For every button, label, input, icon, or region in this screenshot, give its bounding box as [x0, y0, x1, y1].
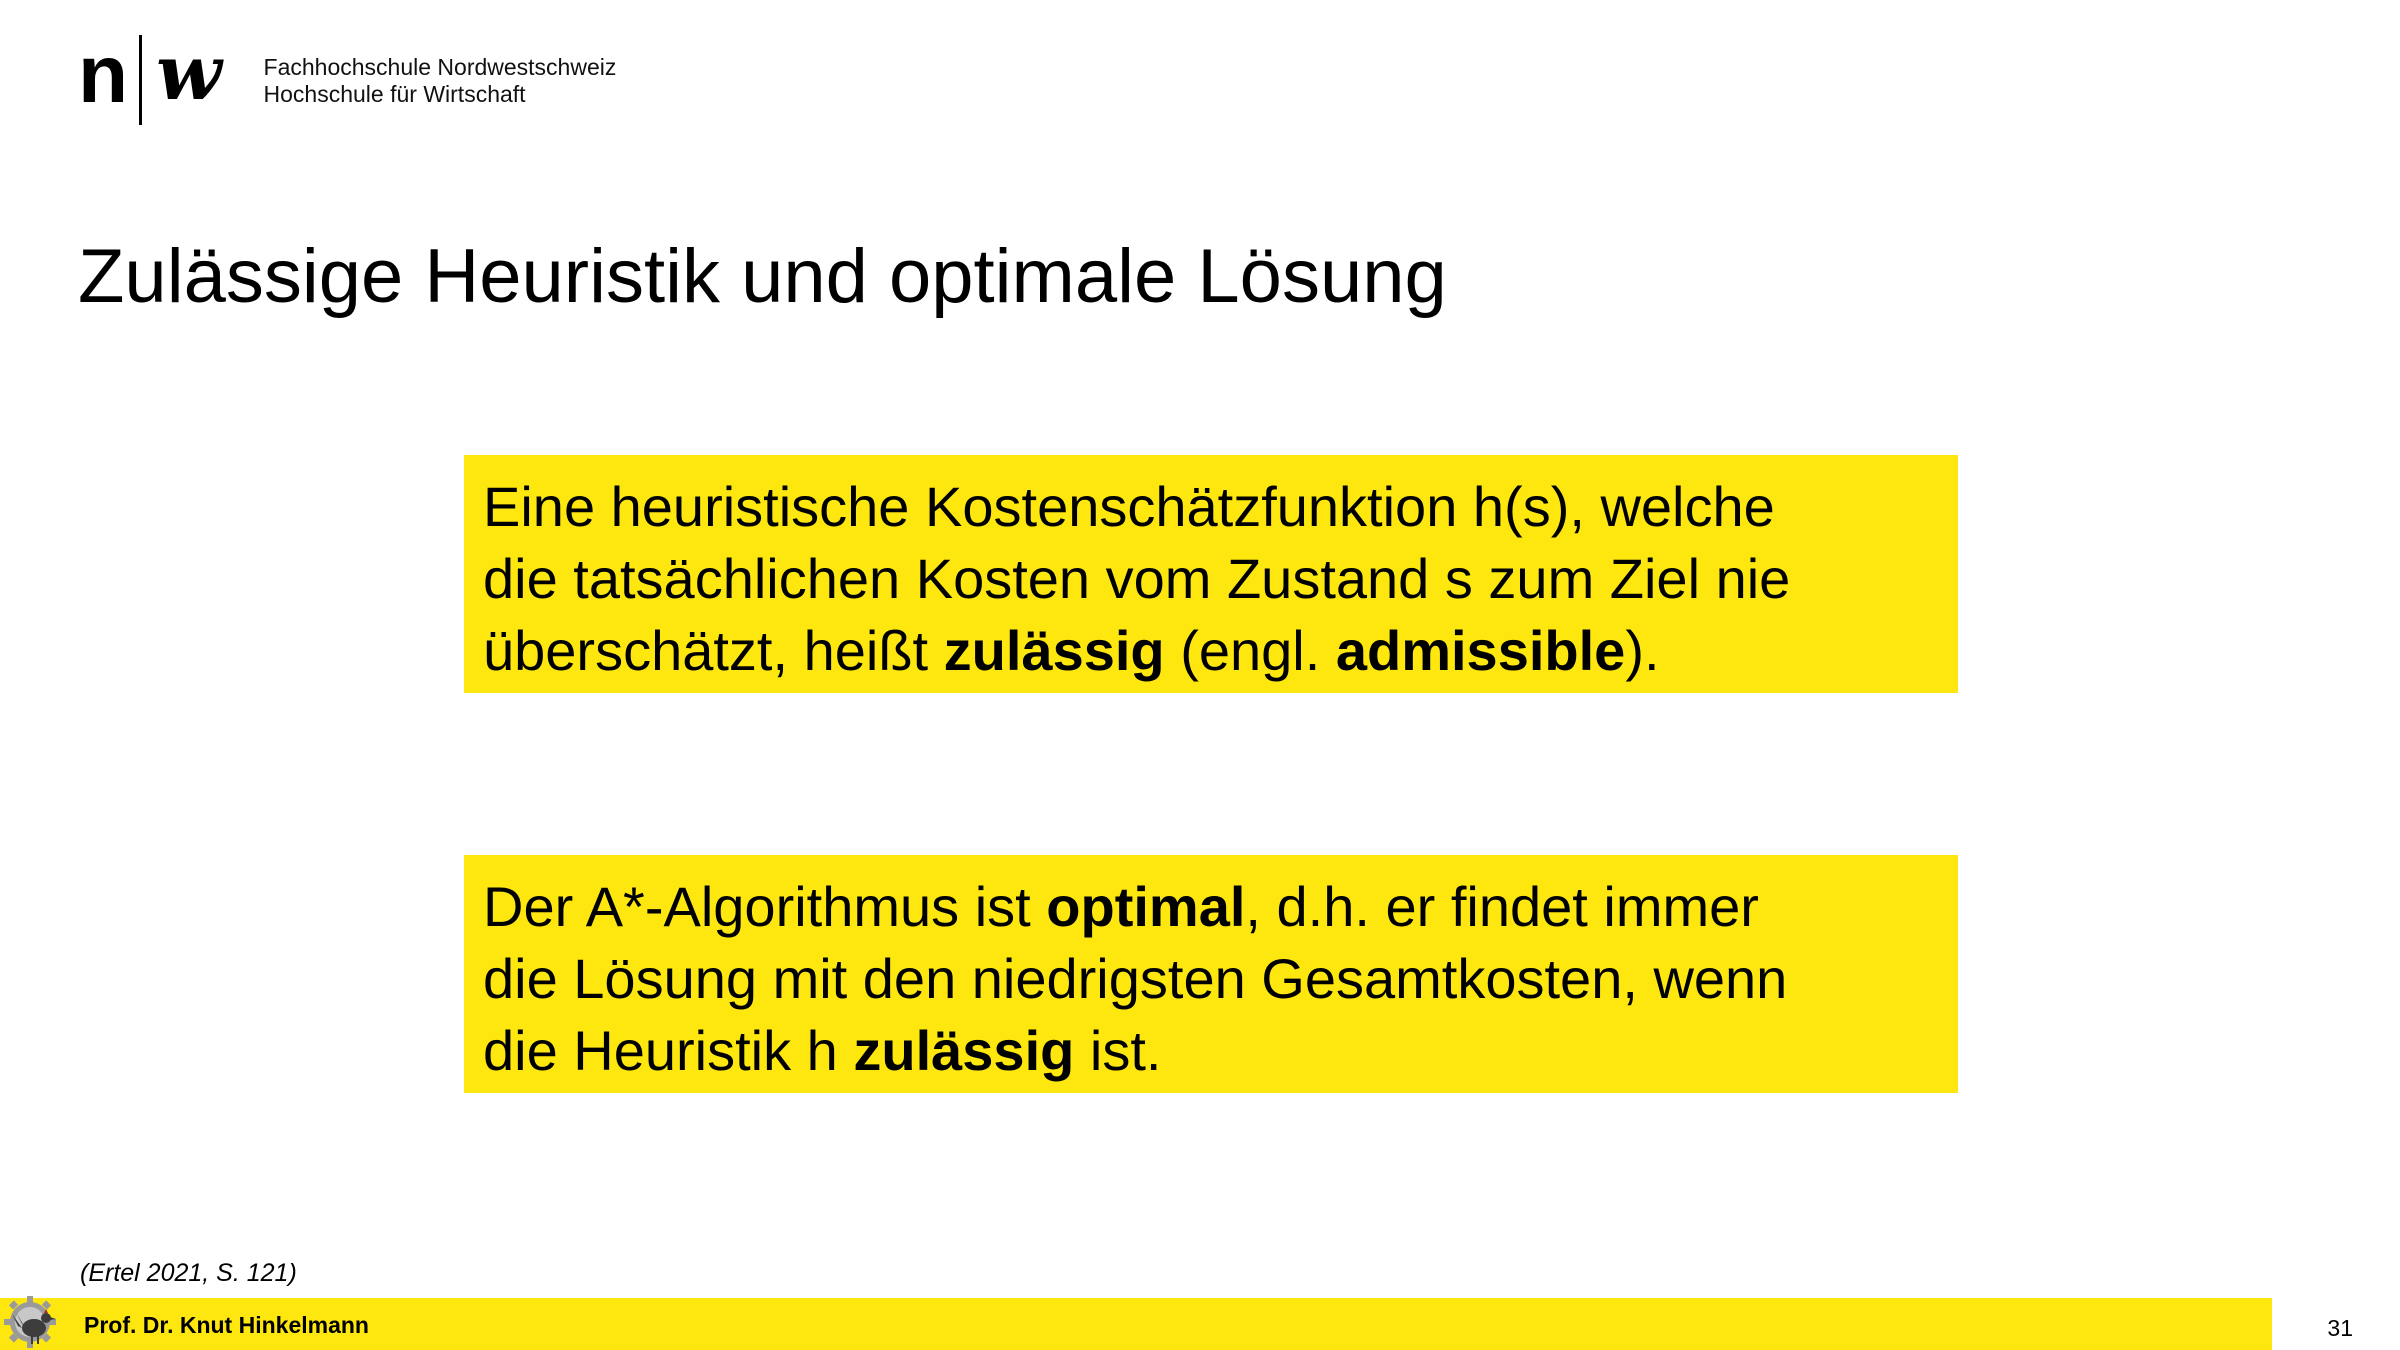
institution-line-2: Hochschule für Wirtschaft: [263, 81, 526, 107]
slide-title: Zulässige Heuristik und optimale Lösung: [78, 234, 1447, 319]
page-number: 31: [2327, 1315, 2353, 1341]
definition-box-admissible: Eine heuristische Kostenschätzfunktion h…: [464, 455, 1958, 693]
box2-line-1: Der A*-Algorithmus ist optimal, d.h. er …: [483, 871, 1940, 943]
box1-line-2: die tatsächlichen Kosten vom Zustand s z…: [483, 547, 1791, 610]
logo-divider: [139, 35, 143, 125]
rooster-gear-icon: [4, 1296, 56, 1348]
fhnw-logo: n w Fachhochschule Nordwestschweiz Hochs…: [78, 34, 616, 126]
term-optimal: optimal: [1046, 875, 1246, 938]
term-admissible: admissible: [1335, 619, 1626, 682]
box2-line-1-text-c: , d.h. er findet immer: [1245, 875, 1759, 938]
term-zulaessig-2: zulässig: [853, 1019, 1075, 1082]
citation: (Ertel 2021, S. 121): [80, 1259, 297, 1287]
box1-line-3: überschätzt, heißt zulässig (engl. admis…: [483, 615, 1940, 687]
theorem-box-optimal: Der A*-Algorithmus ist optimal, d.h. er …: [464, 855, 1958, 1093]
box2-line-2: die Lösung mit den niedrigsten Gesamtkos…: [483, 947, 1788, 1010]
box2-line-3-text-c: ist.: [1074, 1019, 1162, 1082]
box1-line-3-text-e: ).: [1625, 619, 1660, 682]
logo-letter-n: n: [78, 29, 128, 120]
box1-line-1: Eine heuristische Kostenschätzfunktion h…: [483, 475, 1775, 538]
logo-mark: n w: [78, 34, 222, 126]
institution-line-1: Fachhochschule Nordwestschweiz: [263, 54, 617, 80]
institution-name: Fachhochschule Nordwestschweiz Hochschul…: [264, 54, 617, 108]
logo-letter-w: w: [156, 28, 222, 117]
footer-author: Prof. Dr. Knut Hinkelmann: [84, 1312, 369, 1338]
box1-line-3-text-c: (engl.: [1164, 619, 1336, 682]
box2-line-3-text-a: die Heuristik h: [483, 1019, 854, 1082]
box2-line-3: die Heuristik h zulässig ist.: [483, 1015, 1940, 1087]
box1-line-3-text-a: überschätzt, heißt: [483, 619, 944, 682]
term-zulaessig: zulässig: [943, 619, 1165, 682]
box2-line-1-text-a: Der A*-Algorithmus ist: [483, 875, 1047, 938]
